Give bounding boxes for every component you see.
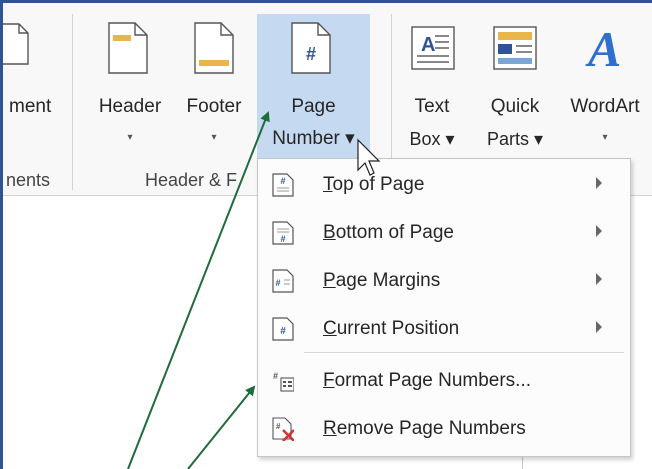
text-box-label-line1: Text bbox=[414, 96, 450, 117]
partial-document-button[interactable]: ment bbox=[3, 14, 71, 166]
page-number-dropdown-menu: # Top of Page # Bottom of Page # Page Ma… bbox=[257, 158, 631, 457]
document-icon bbox=[3, 23, 29, 65]
wordart-icon: A bbox=[585, 21, 621, 74]
group-separator bbox=[72, 14, 73, 190]
svg-text:A: A bbox=[421, 34, 435, 56]
header-icon bbox=[108, 22, 148, 74]
text-box-icon: A bbox=[411, 26, 455, 70]
svg-text:#: # bbox=[275, 278, 280, 288]
submenu-arrow-icon bbox=[596, 273, 602, 285]
wordart-dropdown-caret: ▾ bbox=[602, 132, 608, 143]
menu-item-label: Remove Page Numbers bbox=[323, 418, 526, 439]
footer-dropdown-caret: ▾ bbox=[211, 132, 217, 143]
svg-text:#: # bbox=[280, 176, 285, 186]
text-box-button[interactable]: A Text Box ▾ bbox=[397, 14, 467, 166]
format-page-numbers-icon: # bbox=[273, 371, 294, 392]
footer-button[interactable]: Footer ▾ bbox=[174, 14, 254, 166]
submenu-arrow-icon bbox=[596, 177, 602, 189]
quick-parts-label-line1: Quick bbox=[490, 96, 540, 117]
wordart-button[interactable]: A WordArt ▾ bbox=[558, 14, 652, 166]
partial-button-label: ment bbox=[9, 96, 52, 117]
quick-parts-label-line2: Parts ▾ bbox=[486, 129, 544, 149]
footer-label: Footer bbox=[186, 96, 242, 117]
submenu-arrow-icon bbox=[596, 321, 602, 333]
submenu-arrow-icon bbox=[596, 225, 602, 237]
svg-text:#: # bbox=[280, 234, 285, 244]
header-button[interactable]: Header ▾ bbox=[86, 14, 174, 166]
menu-item-current-position[interactable]: # Current Position bbox=[258, 307, 630, 351]
quick-parts-icon bbox=[493, 26, 537, 70]
menu-separator bbox=[304, 352, 624, 353]
menu-item-label: Bottom of Page bbox=[323, 222, 454, 243]
header-label: Header bbox=[98, 96, 162, 117]
text-box-label-line2: Box ▾ bbox=[409, 129, 455, 149]
svg-text:#: # bbox=[273, 371, 278, 381]
footer-icon bbox=[194, 22, 234, 74]
menu-item-page-margins[interactable]: # Page Margins bbox=[258, 259, 630, 303]
menu-item-format-page-numbers[interactable]: # Format Page Numbers... bbox=[258, 359, 630, 403]
svg-text:A: A bbox=[585, 21, 621, 74]
header-dropdown-caret: ▾ bbox=[127, 132, 133, 143]
wordart-label: WordArt bbox=[570, 96, 640, 117]
menu-item-label: Format Page Numbers... bbox=[323, 370, 532, 391]
page-number-label-line2: Number ▾ bbox=[272, 128, 355, 149]
bottom-of-page-icon: # bbox=[272, 221, 294, 245]
current-position-icon: # bbox=[272, 317, 294, 341]
page-number-label-line1: Page bbox=[291, 96, 336, 117]
menu-item-label: Page Margins bbox=[323, 270, 441, 291]
group-label-partial: nents bbox=[6, 170, 51, 190]
menu-item-label: Current Position bbox=[323, 318, 460, 339]
svg-text:#: # bbox=[276, 422, 281, 431]
menu-item-bottom-of-page[interactable]: # Bottom of Page bbox=[258, 211, 630, 255]
page-number-button[interactable]: # Page Number ▾ bbox=[257, 14, 370, 166]
page-number-icon: # bbox=[291, 22, 331, 74]
remove-page-numbers-icon: # bbox=[272, 417, 294, 441]
menu-item-label: Top of Page bbox=[323, 174, 425, 195]
svg-text:#: # bbox=[306, 44, 316, 64]
group-label-header-footer: Header & F bbox=[145, 170, 238, 190]
menu-item-top-of-page[interactable]: # Top of Page bbox=[258, 163, 630, 207]
svg-text:#: # bbox=[280, 326, 286, 337]
page-margins-icon: # bbox=[272, 269, 294, 293]
top-of-page-icon: # bbox=[272, 173, 294, 197]
quick-parts-button[interactable]: Quick Parts ▾ bbox=[475, 14, 555, 166]
menu-item-remove-page-numbers[interactable]: # Remove Page Numbers bbox=[258, 407, 630, 451]
